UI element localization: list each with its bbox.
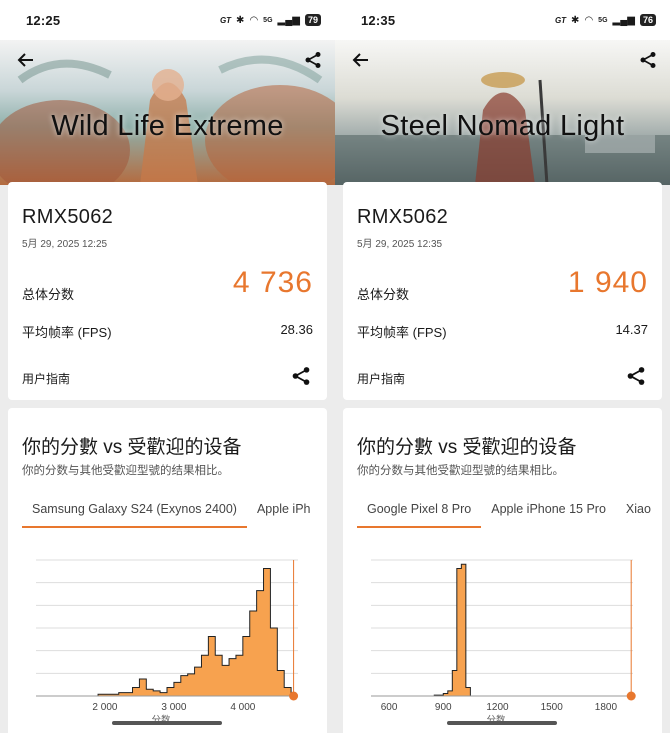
bluetooth-icon: ✱ xyxy=(571,14,580,26)
share-button[interactable] xyxy=(636,48,660,72)
x-tick-label: 1800 xyxy=(595,702,618,713)
benchmark-hero: Steel Nomad Light xyxy=(335,40,670,185)
comparison-title: 你的分數 vs 受歡迎的设备 xyxy=(22,437,242,458)
score-distribution-chart: 600900120015001800分数 xyxy=(371,559,636,726)
fps-label: 平均帧率 (FPS) xyxy=(22,325,112,340)
x-tick-label: 1200 xyxy=(486,702,509,713)
distribution-area xyxy=(371,563,633,697)
guide-share-button[interactable] xyxy=(626,366,646,386)
device-name: RMX5062 xyxy=(357,206,449,228)
x-tick-label: 1500 xyxy=(541,702,564,713)
arrow-left-icon xyxy=(17,53,33,67)
comparison-card: 你的分數 vs 受歡迎的设备 你的分数与其他受歡迎型號的结果相比。 Google… xyxy=(343,408,662,733)
benchmark-title: Wild Life Extreme xyxy=(51,110,284,142)
network-label: 5G xyxy=(263,16,273,24)
device-tabs: Samsung Galaxy S24 (Exynos 2400) Apple i… xyxy=(22,496,327,528)
back-button[interactable] xyxy=(349,48,373,72)
test-date: 5月 29, 2025 12:35 xyxy=(357,239,443,250)
gt-mode-icon: GT xyxy=(219,15,232,25)
home-indicator[interactable] xyxy=(447,721,557,725)
share-icon xyxy=(305,52,321,68)
x-tick-label: 900 xyxy=(435,702,452,713)
status-time: 12:25 xyxy=(26,12,61,28)
result-card: RMX5062 5月 29, 2025 12:25 总体分数 4 736 平均帧… xyxy=(8,182,327,400)
share-button[interactable] xyxy=(301,48,325,72)
tab-device[interactable]: Google Pixel 8 Pro xyxy=(357,496,482,528)
user-guide-link[interactable]: 用户指南 xyxy=(357,370,405,387)
result-card: RMX5062 5月 29, 2025 12:35 总体分数 1 940 平均帧… xyxy=(343,182,662,400)
comparison-subtitle: 你的分数与其他受歡迎型號的结果相比。 xyxy=(357,465,564,477)
status-icons: GT ✱ ◠ 5G ▂▄▆ 79 xyxy=(220,14,321,26)
fps-label: 平均帧率 (FPS) xyxy=(357,325,447,340)
guide-share-button[interactable] xyxy=(291,366,311,386)
your-score-marker xyxy=(626,691,636,701)
battery-icon: 76 xyxy=(639,14,656,26)
tab-device[interactable]: Apple iPhone 15 Pro xyxy=(481,496,616,528)
share-icon xyxy=(640,52,656,68)
tab-device[interactable]: Xiao xyxy=(616,496,661,528)
signal-icon: ▂▄▆ xyxy=(612,14,635,26)
fps-value: 14.37 xyxy=(615,322,648,337)
battery-icon: 79 xyxy=(304,14,321,26)
comparison-card: 你的分數 vs 受歡迎的设备 你的分数与其他受歡迎型號的结果相比。 Samsun… xyxy=(8,408,327,733)
benchmark-title: Steel Nomad Light xyxy=(380,110,625,142)
distribution-area xyxy=(36,568,298,697)
status-icons: GT ✱ ◠ 5G ▂▄▆ 76 xyxy=(555,14,656,26)
comparison-title: 你的分數 vs 受歡迎的设备 xyxy=(357,437,577,458)
x-tick-label: 3 000 xyxy=(161,702,186,713)
test-date: 5月 29, 2025 12:25 xyxy=(22,239,108,250)
share-icon xyxy=(627,367,645,385)
wifi-icon: ◠ xyxy=(584,14,594,26)
score-label: 总体分数 xyxy=(357,287,410,302)
signal-icon: ▂▄▆ xyxy=(277,14,300,26)
tab-device[interactable]: Apple iPh xyxy=(247,496,321,528)
status-bar: 12:35 GT ✱ ◠ 5G ▂▄▆ 76 xyxy=(335,0,670,40)
overall-score: 4 736 xyxy=(232,266,313,299)
comparison-subtitle: 你的分数与其他受歡迎型號的结果相比。 xyxy=(22,465,229,477)
arrow-left-icon xyxy=(352,53,368,67)
right-screenshot-panel: 12:35 GT ✱ ◠ 5G ▂▄▆ 76 Steel Nomad Light… xyxy=(335,0,670,733)
user-guide-link[interactable]: 用户指南 xyxy=(22,370,70,387)
your-score-marker xyxy=(289,691,299,701)
network-label: 5G xyxy=(598,16,608,24)
overall-score: 1 940 xyxy=(567,266,648,299)
tab-device[interactable]: Samsung Galaxy S24 (Exynos 2400) xyxy=(22,496,247,528)
device-tabs: Google Pixel 8 Pro Apple iPhone 15 Pro X… xyxy=(357,496,662,528)
wifi-icon: ◠ xyxy=(249,14,259,26)
device-name: RMX5062 xyxy=(22,206,114,228)
left-screenshot-panel: 12:25 GT ✱ ◠ 5G ▂▄▆ 79 Wild Life Extreme… xyxy=(0,0,335,733)
share-icon xyxy=(292,367,310,385)
gt-mode-icon: GT xyxy=(554,15,567,25)
bluetooth-icon: ✱ xyxy=(236,14,245,26)
status-bar: 12:25 GT ✱ ◠ 5G ▂▄▆ 79 xyxy=(0,0,335,40)
status-time: 12:35 xyxy=(361,12,396,28)
fps-value: 28.36 xyxy=(280,322,313,337)
home-indicator[interactable] xyxy=(112,721,222,725)
score-distribution-chart: 2 0003 0004 000分数 xyxy=(36,559,299,726)
x-tick-label: 2 000 xyxy=(92,702,117,713)
x-tick-label: 4 000 xyxy=(230,702,255,713)
score-label: 总体分数 xyxy=(22,287,75,302)
x-tick-label: 600 xyxy=(381,702,398,713)
benchmark-hero: Wild Life Extreme xyxy=(0,40,335,185)
back-button[interactable] xyxy=(14,48,38,72)
